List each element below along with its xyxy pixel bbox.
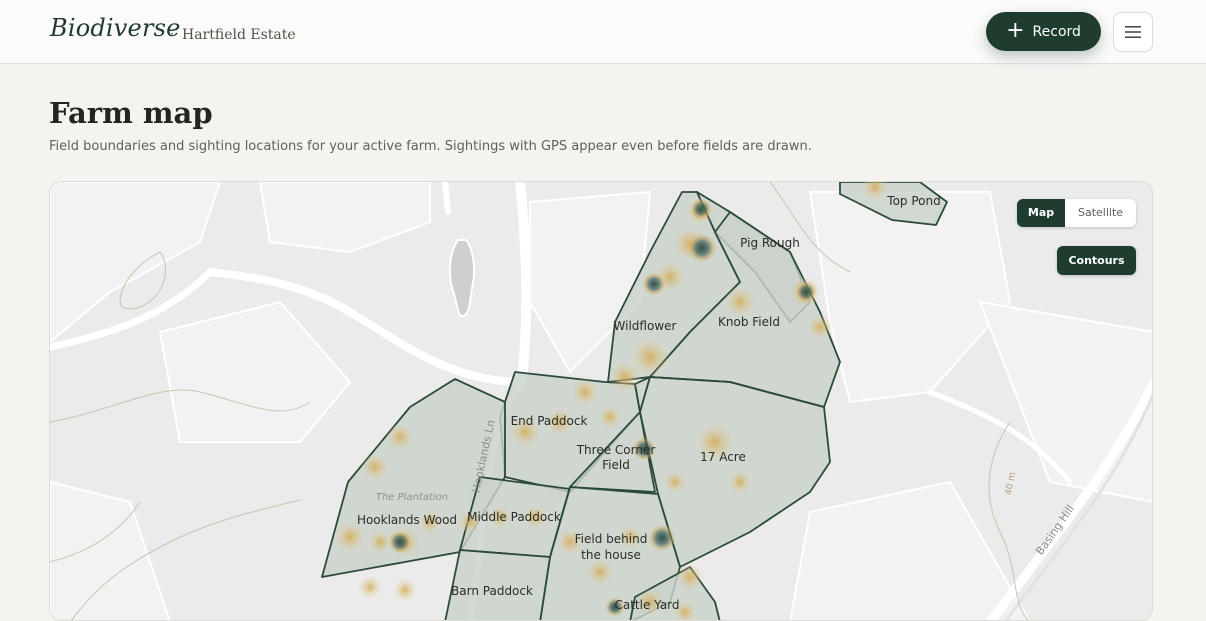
map-canvas[interactable]: Top Pond Pig Rough Wildflower Knob Field… — [50, 182, 1153, 621]
map-style-toggle: Map Satellite — [1017, 199, 1136, 227]
label-wildflower: Wildflower — [614, 319, 677, 333]
label-three-corner-1: Three Corner — [576, 443, 656, 457]
contours-toggle-button[interactable]: Contours — [1057, 246, 1136, 275]
label-end-paddock: End Paddock — [511, 414, 588, 428]
menu-button[interactable] — [1113, 12, 1153, 52]
plus-icon: + — [1006, 17, 1025, 43]
breadcrumb-separator: · — [170, 27, 175, 42]
farm-map[interactable]: Top Pond Pig Rough Wildflower Knob Field… — [49, 181, 1153, 621]
top-bar: Biodiverse · Hartfield Estate + Record — [0, 0, 1206, 64]
label-cattle-yard: Cattle Yard — [614, 598, 679, 612]
label-field-behind-2: the house — [581, 548, 641, 562]
active-farm-name[interactable]: Hartfield Estate — [182, 27, 296, 43]
label-three-corner-2: Field — [602, 458, 630, 472]
label-field-behind-1: Field behind — [575, 532, 648, 546]
label-barn-paddock: Barn Paddock — [451, 584, 533, 598]
page-subtitle: Field boundaries and sighting locations … — [49, 139, 812, 154]
map-view-button[interactable]: Map — [1017, 199, 1065, 227]
label-knob-field: Knob Field — [718, 315, 780, 329]
satellite-view-button[interactable]: Satellite — [1065, 199, 1136, 227]
hamburger-menu-icon — [1125, 26, 1141, 38]
label-17-acre: 17 Acre — [700, 450, 746, 464]
label-hooklands-wood: Hooklands Wood — [357, 513, 457, 527]
record-button[interactable]: + Record — [986, 12, 1101, 51]
app-logo[interactable]: Biodiverse — [50, 14, 181, 42]
label-pig-rough: Pig Rough — [740, 236, 800, 250]
record-button-label: Record — [1032, 23, 1081, 40]
page-title: Farm map — [49, 96, 213, 130]
label-the-plantation: The Plantation — [376, 492, 448, 503]
label-top-pond: Top Pond — [886, 194, 940, 208]
label-middle-paddock: Middle Paddock — [467, 510, 561, 524]
